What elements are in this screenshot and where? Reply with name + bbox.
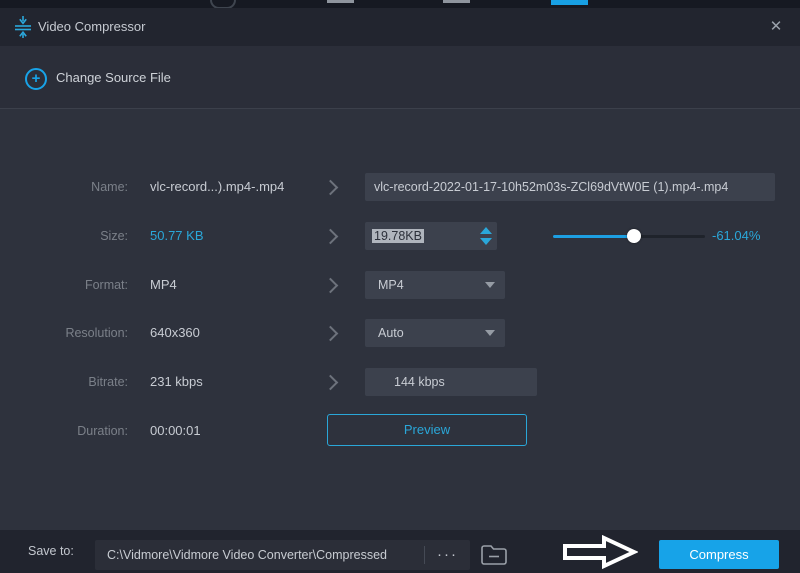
resolution-select-value: Auto [378, 326, 404, 340]
close-icon[interactable]: ✕ [764, 8, 788, 46]
open-folder-button[interactable] [480, 543, 512, 569]
size-current-value: 50.77 KB [150, 222, 204, 250]
background-active-tab-underline [551, 0, 588, 5]
video-compressor-dialog: Video Compressor ✕ + Change Source File … [0, 0, 800, 573]
chevron-down-icon [485, 330, 495, 336]
name-current-value: vlc-record...).mp4-.mp4 [150, 173, 284, 201]
source-header: + Change Source File [0, 46, 800, 109]
size-input-selected-text: 19.78KB [372, 229, 424, 243]
browse-ellipsis-button[interactable]: ··· [425, 540, 470, 570]
footer-bar: Save to: C:\Vidmore\Vidmore Video Conver… [0, 530, 800, 573]
background-tab-underline [327, 0, 354, 3]
stepper-up-icon[interactable] [480, 227, 492, 234]
chevron-right-icon [323, 180, 339, 196]
preview-button[interactable]: Preview [327, 414, 527, 446]
save-to-label: Save to: [28, 530, 74, 573]
pointer-arrow-annotation [562, 535, 638, 569]
duration-label: Duration: [0, 417, 128, 445]
format-select[interactable]: MP4 [365, 271, 505, 299]
bitrate-input[interactable]: 144 kbps [365, 368, 537, 396]
size-slider-fill [553, 235, 634, 238]
dialog-titlebar: Video Compressor ✕ [0, 8, 800, 46]
size-label: Size: [0, 222, 128, 250]
size-reduction-percent: -61.04% [712, 222, 760, 250]
folder-icon [480, 543, 508, 567]
name-label: Name: [0, 173, 128, 201]
chevron-right-icon [323, 278, 339, 294]
change-source-file-label: Change Source File [56, 46, 171, 109]
resolution-row: Resolution: 640x360 Auto [0, 319, 800, 347]
resolution-select[interactable]: Auto [365, 319, 505, 347]
resolution-current-value: 640x360 [150, 319, 200, 347]
name-input[interactable] [365, 173, 775, 201]
resolution-label: Resolution: [0, 319, 128, 347]
save-path-box: C:\Vidmore\Vidmore Video Converter\Compr… [95, 540, 470, 570]
duration-current-value: 00:00:01 [150, 417, 201, 445]
settings-panel: Name: vlc-record...).mp4-.mp4 Size: 50.7… [0, 110, 800, 530]
compress-button[interactable]: Compress [659, 540, 779, 569]
stepper-down-icon[interactable] [480, 238, 492, 245]
change-source-file-button[interactable]: + Change Source File [25, 46, 225, 109]
video-compressor-icon [13, 16, 33, 38]
bitrate-label: Bitrate: [0, 368, 128, 396]
size-stepper[interactable] [479, 226, 493, 246]
chevron-down-icon [485, 282, 495, 288]
chevron-right-icon [323, 229, 339, 245]
background-tab-underline [443, 0, 470, 3]
size-input[interactable]: 19.78KB [365, 222, 497, 250]
save-path-input[interactable]: C:\Vidmore\Vidmore Video Converter\Compr… [95, 548, 424, 562]
size-row: Size: 50.77 KB 19.78KB -61.04% [0, 222, 800, 250]
size-slider[interactable] [553, 232, 705, 240]
bitrate-row: Bitrate: 231 kbps 144 kbps [0, 368, 800, 396]
background-window-edge [0, 0, 800, 8]
format-label: Format: [0, 271, 128, 299]
format-select-value: MP4 [378, 278, 404, 292]
chevron-right-icon [323, 326, 339, 342]
format-current-value: MP4 [150, 271, 177, 299]
format-row: Format: MP4 MP4 [0, 271, 800, 299]
bitrate-current-value: 231 kbps [150, 368, 203, 396]
size-slider-thumb[interactable] [627, 229, 641, 243]
dialog-title: Video Compressor [38, 8, 145, 46]
plus-circle-icon: + [25, 68, 47, 90]
chevron-right-icon [323, 375, 339, 391]
name-row: Name: vlc-record...).mp4-.mp4 [0, 173, 800, 201]
